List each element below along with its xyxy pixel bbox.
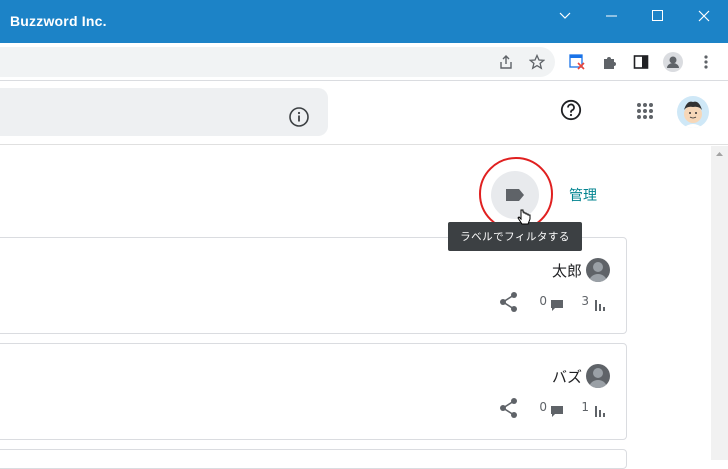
author-avatar (586, 258, 610, 282)
puzzle-icon[interactable] (598, 51, 620, 73)
comment-icon (550, 402, 564, 417)
post-card[interactable] (0, 449, 627, 469)
post-author: 太郎 (551, 262, 582, 280)
chevron-down-icon[interactable] (542, 0, 588, 32)
address-bar[interactable] (0, 47, 555, 77)
comment-count: 0 (539, 400, 547, 414)
comment-count: 0 (539, 294, 547, 308)
bar-chart-icon (595, 402, 607, 417)
close-button[interactable] (681, 0, 727, 32)
side-panel-icon[interactable] (630, 51, 652, 73)
search-input[interactable] (0, 88, 328, 136)
browser-toolbar (0, 43, 728, 81)
highlight-annotation (479, 157, 553, 231)
author-avatar (586, 364, 610, 388)
view-count: 1 (581, 400, 589, 414)
extension-icon[interactable] (566, 51, 588, 73)
help-icon[interactable] (560, 99, 582, 121)
share-page-icon[interactable] (495, 51, 517, 73)
bar-chart-icon (595, 296, 607, 311)
share-icon[interactable] (498, 291, 520, 313)
info-icon[interactable] (288, 106, 310, 128)
vertical-scrollbar[interactable] (711, 146, 728, 460)
scroll-up-icon[interactable] (711, 147, 728, 161)
minimize-button[interactable] (589, 0, 635, 32)
browser-menu-icon[interactable] (695, 51, 717, 73)
post-card[interactable]: 太郎 0 3 (0, 237, 627, 334)
app-header (0, 82, 728, 145)
post-card[interactable]: バズ 0 1 (0, 343, 627, 440)
main-content: 管理 太郎 0 3 バズ 0 1 ラベルでフィルタする (0, 146, 711, 469)
maximize-button[interactable] (635, 0, 681, 32)
window-title: Buzzword Inc. (10, 13, 107, 29)
share-icon[interactable] (498, 397, 520, 419)
apps-grid-icon[interactable] (636, 102, 654, 120)
hand-cursor-icon (517, 209, 531, 231)
bookmark-star-icon[interactable] (526, 51, 548, 73)
profile-icon[interactable] (662, 51, 684, 73)
view-count: 3 (581, 294, 589, 308)
comment-icon (550, 296, 564, 311)
manage-link[interactable]: 管理 (569, 185, 597, 205)
label-filter-tooltip: ラベルでフィルタする (448, 222, 582, 251)
post-author: バズ (551, 368, 582, 386)
account-avatar[interactable] (677, 96, 709, 128)
window-titlebar: Buzzword Inc. (0, 0, 728, 43)
